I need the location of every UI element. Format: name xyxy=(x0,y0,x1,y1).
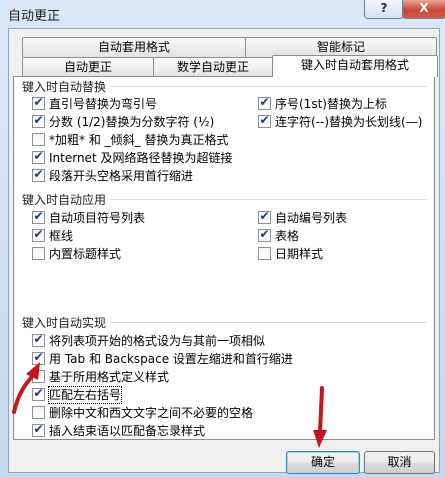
arrow-shaft xyxy=(12,370,38,414)
tab-autoformat-as-you-type[interactable]: 键入时自动套用格式 xyxy=(272,55,438,77)
arrow-to-match-parentheses xyxy=(12,362,40,414)
arrow-head xyxy=(313,430,327,448)
arrow-shaft xyxy=(318,386,324,434)
arrow-head xyxy=(26,362,40,380)
autocorrect-dialog: 自动更正 ? X 自动套用格式 智能标记 自动更正 数学自动更正 键入时自动套用… xyxy=(0,0,445,478)
arrow-to-ok-button xyxy=(313,386,327,448)
